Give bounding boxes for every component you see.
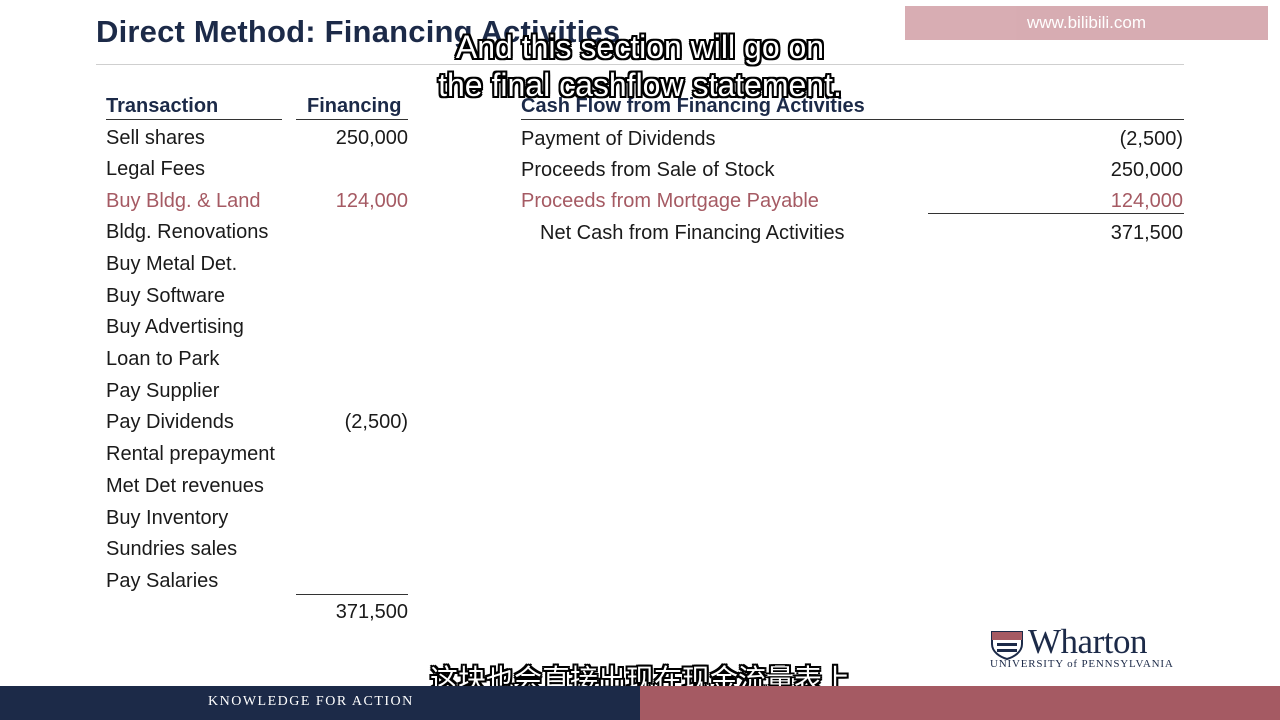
- transaction-name: Buy Bldg. & Land: [106, 190, 261, 212]
- transaction-row: Loan to Park: [106, 348, 408, 379]
- footer-bar-left: KNOWLEDGE FOR ACTION: [0, 686, 640, 720]
- cash-flow-item: Payment of Dividends: [521, 128, 716, 150]
- transaction-row: Pay Dividends (2,500): [106, 411, 408, 442]
- transaction-header-rule: [106, 119, 282, 120]
- transaction-name: Loan to Park: [106, 348, 220, 370]
- net-cash-value: 371,500: [1110, 222, 1183, 244]
- transaction-row: Bldg. Renovations: [106, 221, 408, 252]
- transaction-row-highlighted: Buy Bldg. & Land 124,000: [106, 190, 408, 221]
- cash-flow-value: 250,000: [1110, 159, 1183, 181]
- transaction-name: Buy Metal Det.: [106, 253, 238, 275]
- transaction-row: Legal Fees: [106, 158, 408, 189]
- transaction-row: Buy Metal Det.: [106, 253, 408, 284]
- transaction-name: Rental prepayment: [106, 443, 275, 465]
- transaction-name: Buy Inventory: [106, 507, 229, 529]
- english-subtitle-line-2: the final cashflow statement.: [438, 67, 842, 103]
- financing-total: 371,500: [335, 601, 408, 623]
- transaction-row: Met Det revenues: [106, 475, 408, 506]
- cash-flow-row: Proceeds from Sale of Stock 250,000: [521, 159, 1183, 190]
- cash-flow-value: (2,500): [1119, 128, 1183, 150]
- transaction-row: Rental prepayment: [106, 443, 408, 474]
- transaction-row: Pay Salaries: [106, 570, 408, 601]
- cash-flow-row: Payment of Dividends (2,500): [521, 128, 1183, 159]
- logo-subtitle: UNIVERSITY of PENNSYLVANIA: [990, 658, 1174, 670]
- wharton-logo: Wharton UNIVERSITY of PENNSYLVANIA: [988, 622, 1190, 672]
- transaction-name: Pay Supplier: [106, 380, 220, 402]
- transaction-name: Legal Fees: [106, 158, 205, 180]
- cash-flow-value: 124,000: [1110, 190, 1183, 212]
- shield-icon: [991, 631, 1023, 660]
- cash-flow-row-highlighted: Proceeds from Mortgage Payable 124,000: [521, 190, 1183, 221]
- transaction-row: Pay Supplier: [106, 380, 408, 411]
- cash-flow-item: Proceeds from Sale of Stock: [521, 159, 775, 181]
- transaction-name: Sell shares: [106, 127, 205, 149]
- transaction-row: Sundries sales: [106, 538, 408, 569]
- footer-tagline: KNOWLEDGE FOR ACTION: [208, 694, 414, 709]
- transaction-name: Pay Salaries: [106, 570, 219, 592]
- transaction-name: Met Det revenues: [106, 475, 264, 497]
- transaction-name: Pay Dividends: [106, 411, 234, 433]
- financing-value: 124,000: [335, 190, 408, 212]
- financing-value: (2,500): [344, 411, 408, 433]
- transaction-row: Buy Software: [106, 285, 408, 316]
- transaction-row: Buy Inventory: [106, 507, 408, 538]
- net-cash-label: Net Cash from Financing Activities: [540, 222, 845, 244]
- financing-header-rule: [296, 119, 408, 120]
- financing-value: 250,000: [335, 127, 408, 149]
- cash-flow-item: Proceeds from Mortgage Payable: [521, 190, 819, 212]
- transaction-row: Sell shares 250,000: [106, 127, 408, 158]
- transaction-name: Buy Software: [106, 285, 225, 307]
- transaction-row: Buy Advertising: [106, 316, 408, 347]
- net-cash-row: Net Cash from Financing Activities 371,50…: [521, 222, 1183, 253]
- net-cash-rule: [928, 213, 1184, 214]
- transaction-name: Sundries sales: [106, 538, 238, 560]
- transaction-name: Buy Advertising: [106, 316, 244, 338]
- cash-flow-header-rule: [521, 119, 1184, 120]
- logo-wordmark: Wharton: [1028, 622, 1147, 661]
- financing-total-rule: [296, 594, 408, 595]
- transaction-name: Bldg. Renovations: [106, 221, 269, 243]
- footer-bar-right: [640, 686, 1280, 720]
